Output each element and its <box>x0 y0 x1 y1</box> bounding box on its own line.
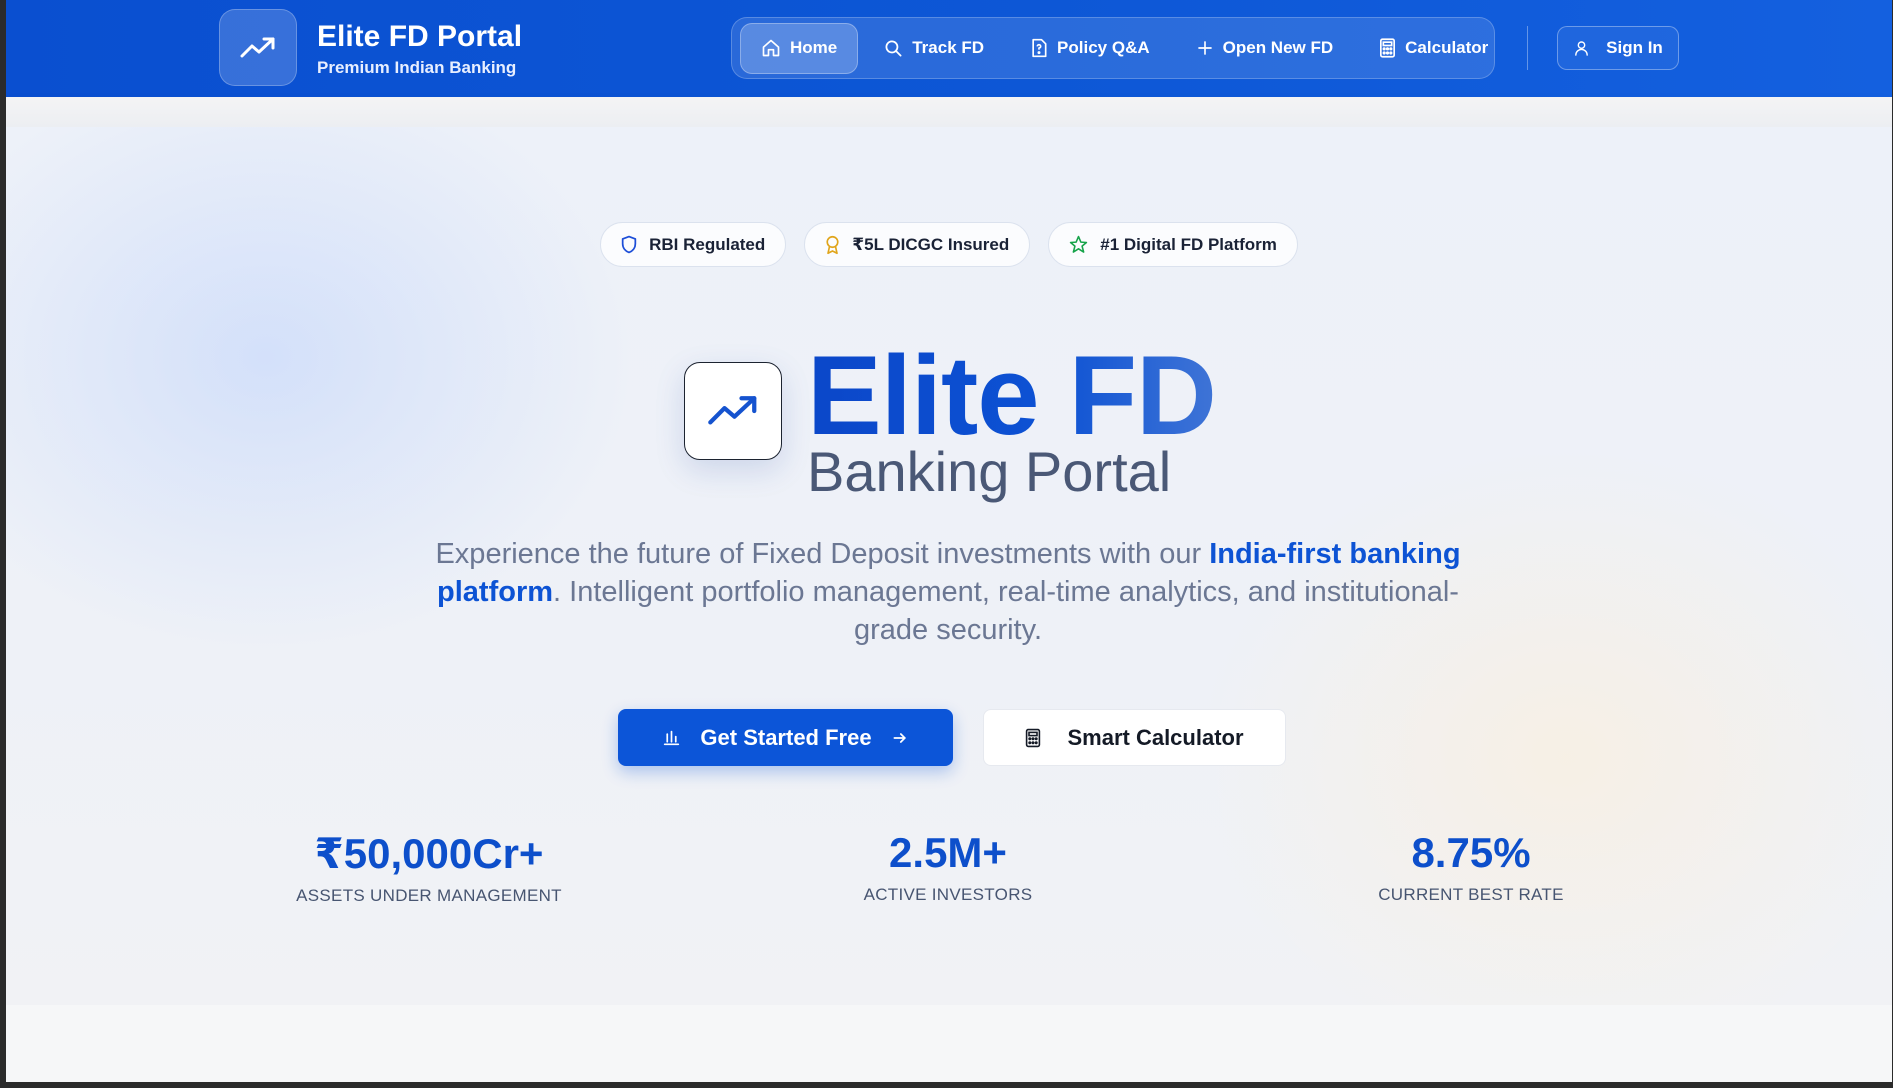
badge-label: ₹5L DICGC Insured <box>852 234 1010 254</box>
next-section <box>6 1005 1892 1082</box>
smart-calculator-label: Smart Calculator <box>1067 724 1244 750</box>
nav-home[interactable]: Home <box>740 22 859 74</box>
nav-open-new-fd-label: Open New FD <box>1222 38 1334 57</box>
hero-subtitle: Banking Portal <box>807 440 1172 503</box>
user-icon <box>1575 41 1589 56</box>
nav-home-label: Home <box>790 38 838 57</box>
brand-subtitle: Premium Indian Banking <box>317 58 517 77</box>
stat-best-rate: 8.75% CURRENT BEST RATE <box>1271 829 1671 905</box>
star-icon <box>1070 235 1088 253</box>
header-shadow-bar <box>6 97 1892 127</box>
nav-calculator[interactable]: Calculator <box>1359 23 1508 74</box>
brand-title: Elite FD Portal <box>317 20 523 53</box>
stat-assets: ₹50,000Cr+ ASSETS UNDER MANAGEMENT <box>229 829 629 906</box>
bar-chart-icon <box>664 730 680 746</box>
badge-top-platform: #1 Digital FD Platform <box>1048 222 1298 267</box>
trending-up-icon <box>240 37 275 57</box>
hero-desc-text-end: . Intelligent portfolio management, real… <box>553 576 1459 646</box>
award-icon <box>826 235 839 254</box>
stat-value: 8.75% <box>1411 829 1531 876</box>
smart-calculator-button[interactable]: Smart Calculator <box>983 709 1286 766</box>
badge-rbi-regulated: RBI Regulated <box>600 222 787 267</box>
stat-label: CURRENT BEST RATE <box>1378 885 1564 904</box>
header-divider <box>1527 26 1528 70</box>
badge-dicgc-insured: ₹5L DICGC Insured <box>804 222 1031 267</box>
nav-track-fd[interactable]: Track FD <box>864 23 1004 74</box>
hero-logo <box>684 362 782 460</box>
nav-track-fd-label: Track FD <box>912 38 985 57</box>
get-started-label: Get Started Free <box>700 724 872 750</box>
nav-policy-qa[interactable]: Policy Q&A <box>1010 23 1170 74</box>
stat-label: ASSETS UNDER MANAGEMENT <box>296 886 562 905</box>
hero-description: Experience the future of Fixed Deposit i… <box>418 535 1478 649</box>
top-navbar: Elite FD Portal Premium Indian Banking H… <box>6 0 1892 97</box>
shield-icon <box>621 235 637 254</box>
brand-logo[interactable] <box>219 9 297 86</box>
arrow-right-icon <box>893 732 906 743</box>
plus-icon <box>1197 41 1212 55</box>
badge-label: RBI Regulated <box>649 234 766 254</box>
sign-in-button[interactable]: Sign In <box>1557 26 1679 70</box>
trust-badges: RBI Regulated ₹5L DICGC Insured #1 Digit… <box>6 222 1892 267</box>
nav-open-new-fd[interactable]: Open New FD <box>1176 23 1354 74</box>
main-nav: Home Track FD Policy Q&A Open New FD Cal… <box>731 17 1495 79</box>
hero-section: RBI Regulated ₹5L DICGC Insured #1 Digit… <box>6 127 1892 1005</box>
sign-in-label: Sign In <box>1606 38 1663 57</box>
calculator-icon <box>1380 38 1396 58</box>
home-icon <box>762 39 780 57</box>
nav-calculator-label: Calculator <box>1405 38 1489 57</box>
hero-desc-text: Experience the future of Fixed Deposit i… <box>435 538 1210 570</box>
stat-label: ACTIVE INVESTORS <box>863 885 1033 904</box>
calculator-icon <box>1026 728 1041 747</box>
get-started-button[interactable]: Get Started Free <box>618 709 953 766</box>
trending-up-icon <box>708 396 757 425</box>
stat-value: ₹50,000Cr+ <box>314 830 544 877</box>
stat-investors: 2.5M+ ACTIVE INVESTORS <box>748 829 1148 905</box>
nav-policy-qa-label: Policy Q&A <box>1057 38 1150 57</box>
stat-value: 2.5M+ <box>889 829 1007 876</box>
browser-viewport: Elite FD Portal Premium Indian Banking H… <box>6 0 1892 1082</box>
badge-label: #1 Digital FD Platform <box>1100 234 1277 254</box>
search-icon <box>885 40 902 56</box>
document-icon <box>1032 38 1047 58</box>
